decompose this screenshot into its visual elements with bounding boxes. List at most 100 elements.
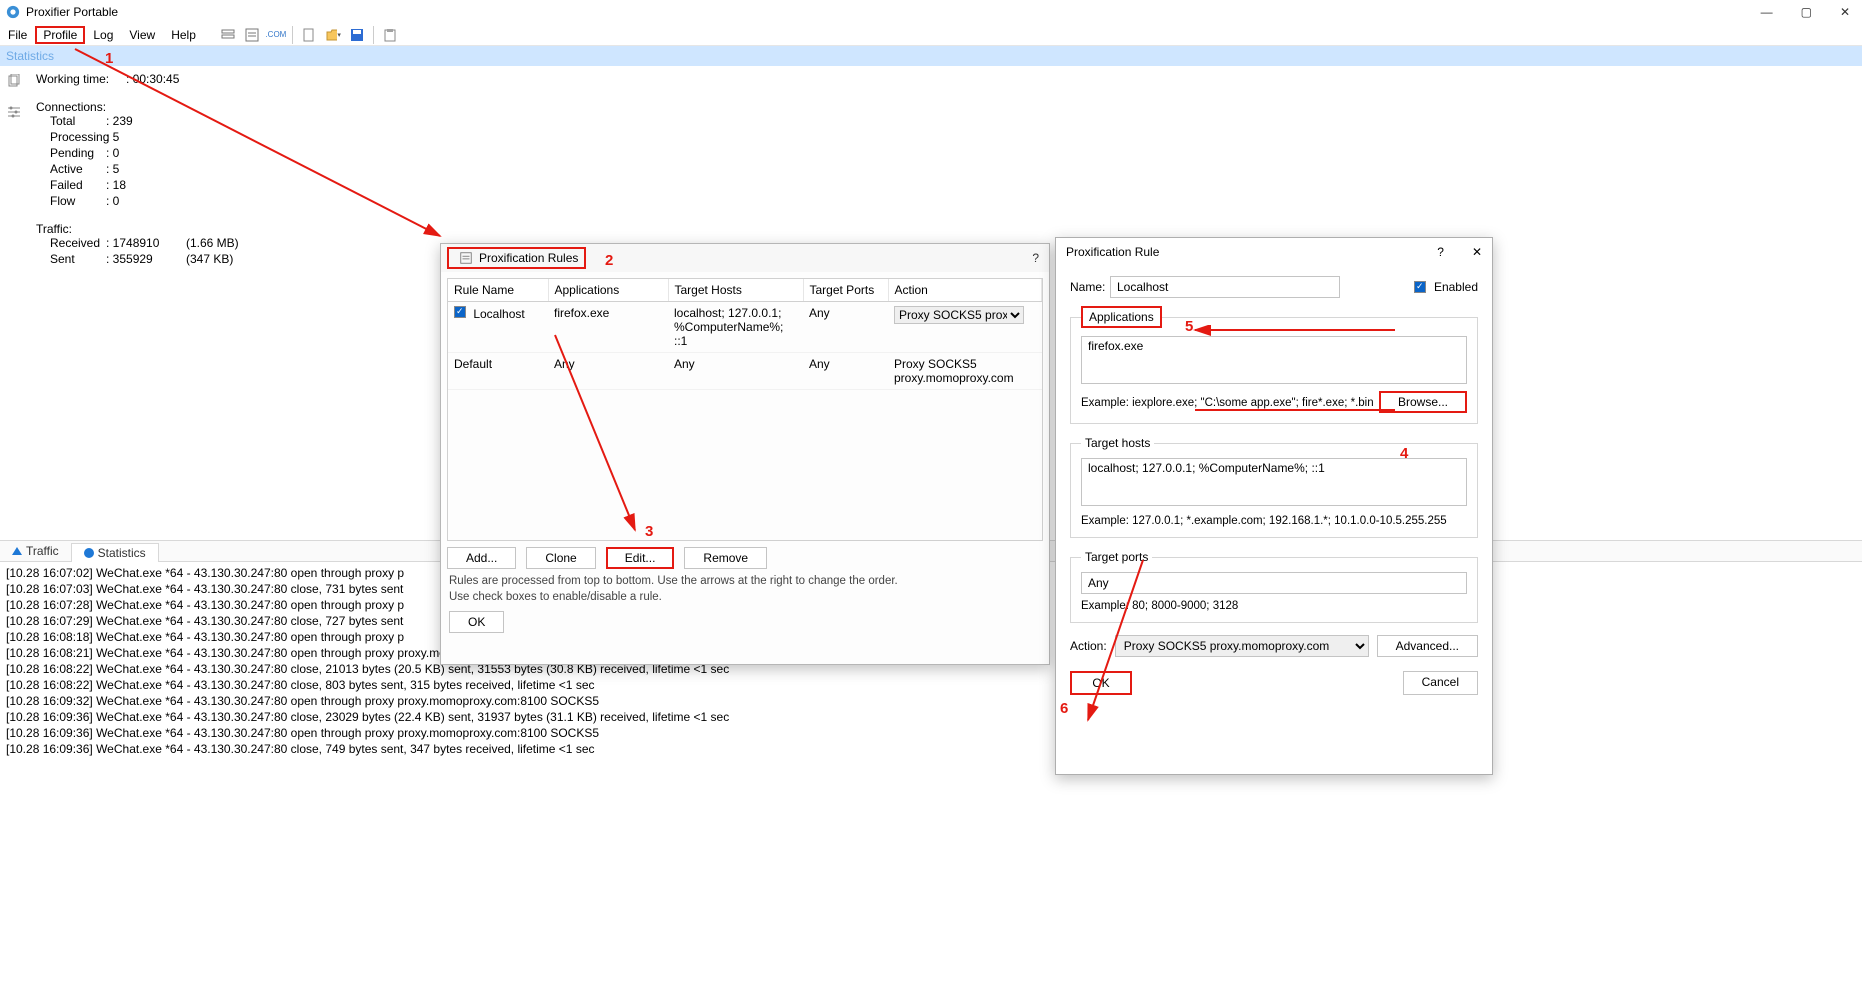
- add-button[interactable]: Add...: [447, 547, 516, 569]
- tool-server-icon[interactable]: [220, 27, 236, 43]
- rule-dialog-title: Proxification Rule: [1056, 245, 1159, 259]
- target-hosts-legend: Target hosts: [1081, 436, 1154, 450]
- menu-help[interactable]: Help: [163, 26, 204, 44]
- applications-example: Example: iexplore.exe; "C:\some app.exe"…: [1081, 397, 1374, 409]
- tool-save-icon[interactable]: [349, 27, 365, 43]
- settings-lines-icon[interactable]: [7, 105, 21, 122]
- log-line: [10.28 16:09:36] WeChat.exe *64 - 43.130…: [6, 742, 1856, 756]
- annotation-4: 4: [1400, 445, 1408, 462]
- annotation-5: 5: [1185, 318, 1193, 335]
- tool-dns-icon[interactable]: .COM: [268, 27, 284, 43]
- total-value: : 239: [106, 114, 186, 128]
- app-icon: [6, 5, 20, 19]
- col-rule-name[interactable]: Rule Name: [448, 279, 548, 302]
- failed-label: Failed: [36, 178, 106, 192]
- tool-new-icon[interactable]: [301, 27, 317, 43]
- flow-label: Flow: [36, 194, 106, 208]
- annotation-6: 6: [1060, 700, 1068, 717]
- traffic-icon: [12, 547, 22, 555]
- rule-cancel-button[interactable]: Cancel: [1403, 671, 1478, 695]
- close-icon[interactable]: ✕: [1840, 5, 1850, 19]
- pending-label: Pending: [36, 146, 106, 160]
- menu-profile[interactable]: Profile: [35, 26, 85, 44]
- total-label: Total: [36, 114, 106, 128]
- rule-checkbox[interactable]: [454, 306, 466, 318]
- target-ports-example: Example: 80; 8000-9000; 3128: [1081, 600, 1467, 612]
- active-value: : 5: [106, 162, 186, 176]
- minimize-icon[interactable]: ―: [1761, 5, 1773, 19]
- rules-icon: [459, 251, 473, 265]
- flow-value: : 0: [106, 194, 186, 208]
- table-row[interactable]: Localhostfirefox.exelocalhost; 127.0.0.1…: [448, 302, 1042, 353]
- log-line: [10.28 16:09:36] WeChat.exe *64 - 43.130…: [6, 726, 1856, 740]
- tab-statistics[interactable]: Statistics: [71, 543, 159, 562]
- action-inline-select[interactable]: Proxy SOCKS5 proxy.mon: [894, 306, 1024, 324]
- processing-value: : 5: [106, 130, 186, 144]
- failed-value: : 18: [106, 178, 186, 192]
- target-hosts-input[interactable]: [1081, 458, 1467, 506]
- enabled-label: Enabled: [1434, 280, 1478, 294]
- tab-statistics-label: Statistics: [98, 546, 146, 560]
- col-applications[interactable]: Applications: [548, 279, 668, 302]
- traffic-label: Traffic:: [36, 222, 72, 236]
- col-target-hosts[interactable]: Target Hosts: [668, 279, 803, 302]
- menu-file[interactable]: File: [0, 26, 35, 44]
- clone-button[interactable]: Clone: [526, 547, 595, 569]
- menu-view[interactable]: View: [121, 26, 163, 44]
- rules-ok-button[interactable]: OK: [449, 611, 504, 633]
- proxification-rule-dialog: Proxification Rule ? ✕ Name: Enabled App…: [1055, 237, 1493, 775]
- target-hosts-fieldset: Target hosts Example: 127.0.0.1; *.examp…: [1070, 436, 1478, 538]
- target-hosts-example: Example: 127.0.0.1; *.example.com; 192.1…: [1081, 515, 1467, 527]
- action-select[interactable]: Proxy SOCKS5 proxy.momoproxy.com: [1115, 635, 1369, 657]
- menu-log[interactable]: Log: [85, 26, 121, 44]
- target-ports-legend: Target ports: [1081, 550, 1152, 564]
- title-bar: Proxifier Portable ― ▢ ✕: [0, 0, 1862, 24]
- rule-help-icon[interactable]: ?: [1437, 245, 1444, 259]
- rules-table: Rule Name Applications Target Hosts Targ…: [447, 278, 1043, 541]
- action-label: Action:: [1070, 639, 1107, 653]
- help-icon[interactable]: ?: [1032, 251, 1049, 265]
- pending-value: : 0: [106, 146, 186, 160]
- connections-label: Connections:: [36, 100, 106, 114]
- tool-rules-icon[interactable]: [244, 27, 260, 43]
- rules-note-2: Use check boxes to enable/disable a rule…: [449, 591, 1041, 603]
- annotation-1: 1: [105, 50, 113, 67]
- proxification-rules-dialog: Proxification Rules ? Rule Name Applicat…: [440, 243, 1050, 665]
- toolbar-separator: [292, 26, 293, 44]
- tab-traffic-label: Traffic: [26, 544, 59, 558]
- log-line: [10.28 16:09:32] WeChat.exe *64 - 43.130…: [6, 694, 1856, 708]
- copy-icon[interactable]: [7, 74, 21, 91]
- tab-traffic[interactable]: Traffic: [0, 542, 71, 560]
- rules-dialog-title: Proxification Rules: [479, 251, 578, 265]
- edit-button[interactable]: Edit...: [606, 547, 675, 569]
- maximize-icon[interactable]: ▢: [1801, 5, 1812, 19]
- received-value: : 1748910: [106, 236, 186, 250]
- sent-value: : 355929: [106, 252, 186, 266]
- applications-fieldset: Applications Example: iexplore.exe; "C:\…: [1070, 306, 1478, 424]
- col-target-ports[interactable]: Target Ports: [803, 279, 888, 302]
- target-ports-fieldset: Target ports Example: 80; 8000-9000; 312…: [1070, 550, 1478, 623]
- col-action[interactable]: Action: [888, 279, 1042, 302]
- target-ports-input[interactable]: [1081, 572, 1467, 594]
- rule-close-icon[interactable]: ✕: [1472, 245, 1482, 259]
- rules-note-1: Rules are processed from top to bottom. …: [449, 575, 1041, 587]
- received-label: Received: [36, 236, 106, 250]
- received-extra: (1.66 MB): [186, 236, 239, 250]
- tool-open-icon[interactable]: ▾: [325, 27, 341, 43]
- browse-button[interactable]: Browse...: [1379, 391, 1467, 413]
- applications-input[interactable]: [1081, 336, 1467, 384]
- window-title: Proxifier Portable: [26, 5, 118, 19]
- rule-ok-button[interactable]: OK: [1070, 671, 1132, 695]
- statistics-panel: Working time:: 00:30:45 Connections: Tot…: [28, 66, 247, 540]
- enabled-checkbox[interactable]: [1414, 281, 1426, 293]
- advanced-button[interactable]: Advanced...: [1377, 635, 1478, 657]
- table-row[interactable]: DefaultAnyAnyAnyProxy SOCKS5 proxy.momop…: [448, 353, 1042, 390]
- menu-bar: File Profile Log View Help .COM ▾: [0, 24, 1862, 46]
- remove-button[interactable]: Remove: [684, 547, 767, 569]
- name-input[interactable]: [1110, 276, 1340, 298]
- sent-extra: (347 KB): [186, 252, 233, 266]
- log-line: [10.28 16:09:36] WeChat.exe *64 - 43.130…: [6, 710, 1856, 724]
- tool-clipboard-icon[interactable]: [382, 27, 398, 43]
- active-label: Active: [36, 162, 106, 176]
- annotation-2: 2: [605, 252, 613, 269]
